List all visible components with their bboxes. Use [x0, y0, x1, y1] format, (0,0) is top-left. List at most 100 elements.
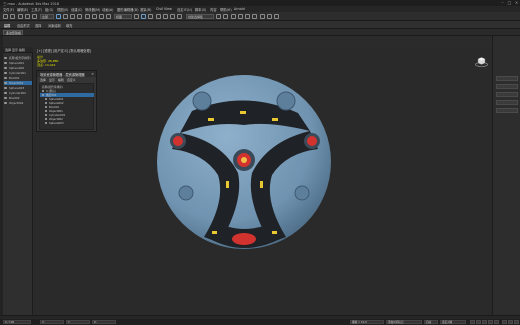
visibility-icon[interactable] [4, 82, 7, 84]
visibility-icon[interactable] [45, 118, 47, 120]
list-item[interactable]: Box002 [4, 96, 32, 100]
window-crossing-icon[interactable] [77, 14, 82, 19]
tab-selection[interactable]: 选择 [35, 23, 41, 28]
redo-icon[interactable] [10, 14, 15, 19]
list-item[interactable]: Cylinder002 [4, 91, 32, 95]
list-item[interactable]: 名称(按升序排序) [4, 56, 32, 60]
bind-space-warp-icon[interactable] [32, 14, 37, 19]
pan-icon[interactable] [508, 320, 513, 324]
sphere-model[interactable] [152, 71, 336, 251]
add-time-tag-button[interactable]: 添加时间标记 [386, 320, 422, 324]
scene-explorer-menu[interactable]: 选择 显示 编辑 [5, 48, 25, 52]
stats-verts: 顶点: 13,442 [37, 63, 56, 68]
fp-menu-select[interactable]: 选择 [40, 78, 46, 82]
list-item[interactable]: Sphere003 [4, 86, 32, 90]
select-by-name-icon[interactable] [63, 14, 68, 19]
orbit-icon[interactable] [514, 320, 519, 324]
keyboard-shortcut-icon[interactable] [148, 14, 153, 19]
mirror-icon[interactable] [216, 14, 221, 19]
command-panel-field[interactable] [496, 76, 518, 81]
zoom-icon[interactable] [502, 320, 507, 324]
list-item[interactable]: Sphere002 [4, 66, 32, 70]
auto-key-button[interactable]: 自动 [424, 320, 438, 324]
selection-filter-dropdown[interactable]: 全部 [40, 14, 54, 19]
percent-snap-icon[interactable] [170, 14, 175, 19]
reference-coordinate-dropdown[interactable]: 视图 [114, 14, 132, 19]
visibility-icon[interactable] [45, 106, 47, 108]
coord-z-field[interactable]: Z: [92, 320, 116, 324]
visibility-icon[interactable] [45, 98, 47, 100]
spinner-snap-icon[interactable] [177, 14, 182, 19]
visibility-icon[interactable] [42, 94, 44, 96]
menu-civil-view[interactable]: Civil View [156, 7, 172, 11]
coord-x-field[interactable]: X: [40, 320, 64, 324]
visibility-icon[interactable] [42, 90, 44, 92]
close-icon[interactable]: × [91, 72, 94, 76]
snaps-toggle-icon[interactable] [156, 14, 161, 19]
material-editor-icon[interactable] [252, 14, 257, 19]
fp-menu-customize[interactable]: 自定义 [67, 78, 76, 82]
visibility-icon[interactable] [45, 114, 47, 116]
fp-menu-edit[interactable]: 编辑 [58, 78, 64, 82]
play-icon[interactable] [482, 320, 487, 324]
schematic-view-icon[interactable] [245, 14, 250, 19]
command-panel-field[interactable] [496, 84, 518, 89]
next-frame-icon[interactable] [488, 320, 493, 324]
rendered-frame-window-icon[interactable] [267, 14, 272, 19]
visibility-icon[interactable] [45, 110, 47, 112]
select-object-icon[interactable] [56, 14, 61, 19]
unlink-icon[interactable] [25, 14, 30, 19]
visibility-icon[interactable] [4, 77, 7, 79]
command-panel-field[interactable] [496, 108, 518, 113]
selection-dropdown[interactable]: 选定对象 [440, 320, 466, 324]
angle-snap-icon[interactable] [163, 14, 168, 19]
pivot-center-icon[interactable] [134, 14, 139, 19]
list-item[interactable]: Cylinder001 [4, 71, 32, 75]
tab-modeling[interactable]: 建模 [4, 23, 10, 28]
visibility-icon[interactable] [4, 102, 7, 104]
menu-arnold[interactable]: Arnold [234, 7, 245, 11]
render-setup-icon[interactable] [260, 14, 265, 19]
tab-populate[interactable]: 填充 [66, 23, 72, 28]
visibility-icon[interactable] [45, 122, 47, 124]
viewport-label-menu[interactable]: [+] [透视] [用户定义] [默认明暗处理] [37, 48, 91, 53]
render-production-icon[interactable] [274, 14, 279, 19]
curve-editor-icon[interactable] [238, 14, 243, 19]
list-item[interactable]: Object002 [4, 101, 32, 105]
frame-counter[interactable]: 0 / 100 [3, 320, 31, 324]
align-icon[interactable] [223, 14, 228, 19]
visibility-icon[interactable] [4, 97, 7, 99]
command-panel-field[interactable] [496, 100, 518, 105]
viewcube-icon[interactable] [475, 57, 488, 67]
select-manipulate-icon[interactable] [141, 14, 146, 19]
list-item[interactable]: Box001 [4, 76, 32, 80]
perspective-viewport[interactable]: [+] [透视] [用户定义] [默认明暗处理] 总计 多边形: 26,880 … [34, 47, 492, 315]
table-row[interactable]: Sphere003 [40, 121, 94, 125]
layer-explorer-icon[interactable] [231, 14, 236, 19]
visibility-icon[interactable] [45, 102, 47, 104]
tab-object-paint[interactable]: 对象绘制 [48, 23, 61, 28]
tab-freeform[interactable]: 自由形式 [17, 23, 30, 28]
visibility-icon[interactable] [4, 92, 7, 94]
fp-menu-display[interactable]: 显示 [49, 78, 55, 82]
visibility-icon[interactable] [4, 67, 7, 69]
visibility-icon[interactable] [4, 62, 7, 64]
list-item[interactable]: Object001 [4, 81, 32, 85]
rotate-icon[interactable] [92, 14, 97, 19]
link-icon[interactable] [18, 14, 23, 19]
visibility-icon[interactable] [4, 87, 7, 89]
go-to-start-icon[interactable] [470, 320, 475, 324]
coord-y-field[interactable]: Y: [66, 320, 90, 324]
move-icon[interactable] [85, 14, 90, 19]
previous-frame-icon[interactable] [476, 320, 481, 324]
undo-icon[interactable] [3, 14, 8, 19]
named-selection-sets-dropdown[interactable]: 创建选择集 [186, 14, 214, 19]
command-panel-field[interactable] [496, 92, 518, 97]
scale-icon[interactable] [99, 14, 104, 19]
go-to-end-icon[interactable] [494, 320, 499, 324]
rectangular-selection-icon[interactable] [70, 14, 75, 19]
visibility-icon[interactable] [4, 72, 7, 74]
place-icon[interactable] [106, 14, 111, 19]
visibility-icon[interactable] [4, 57, 7, 59]
list-item[interactable]: Sphere001 [4, 61, 32, 65]
